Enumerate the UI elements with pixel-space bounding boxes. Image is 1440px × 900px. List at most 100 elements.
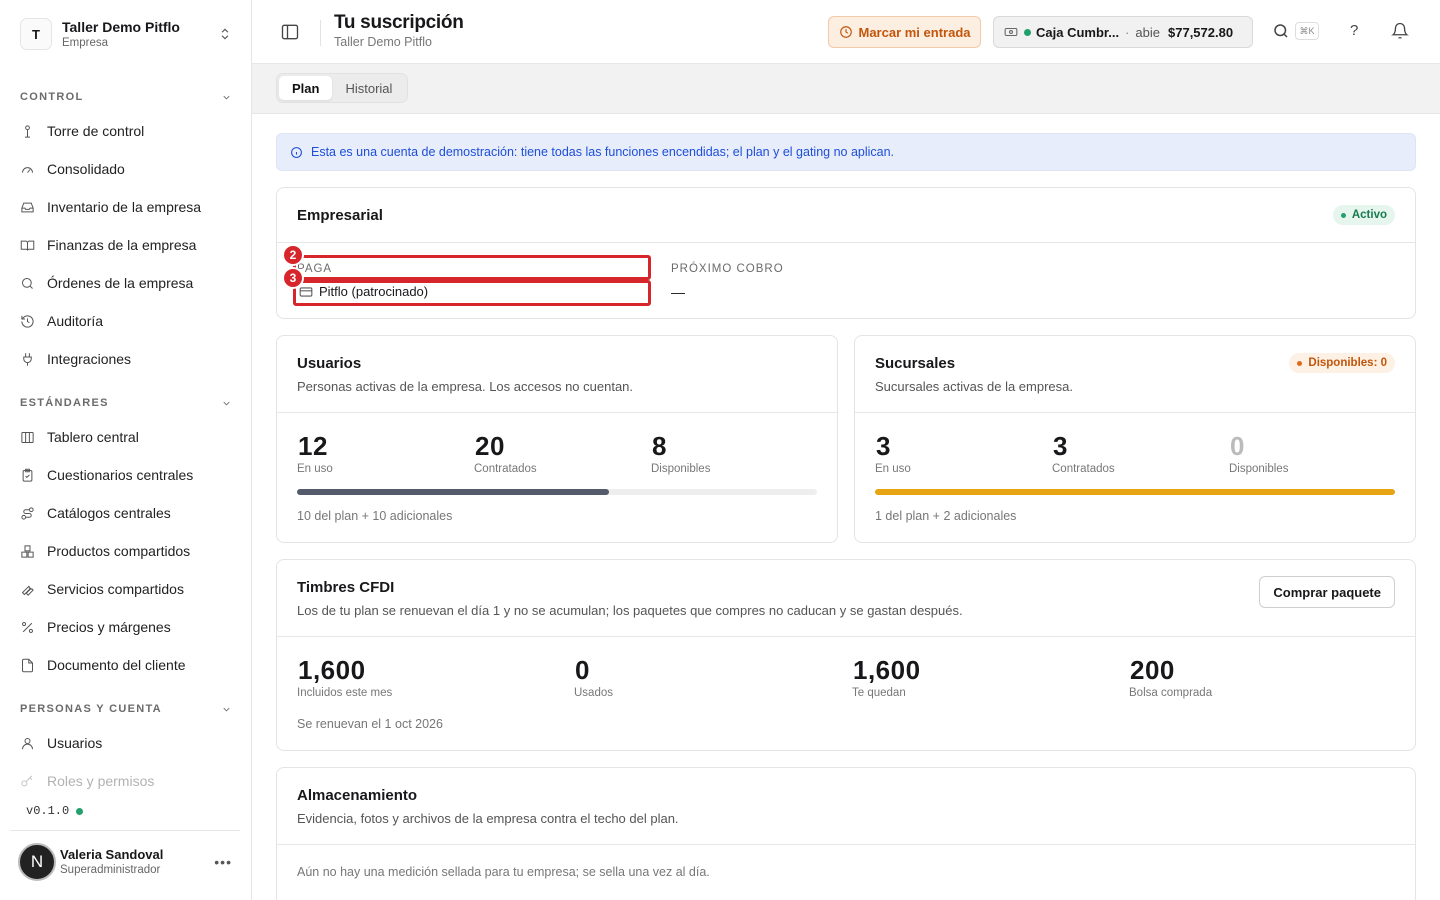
sidebar-item-torre-de-control[interactable]: Torre de control (20, 117, 232, 145)
status-dot (76, 807, 84, 815)
highlight-box-paga-value (293, 280, 651, 306)
cash-icon (1004, 27, 1018, 37)
sidebar-item-tablero-central[interactable]: Tablero central (20, 423, 232, 451)
section-estandares[interactable]: ESTÁNDARES (20, 397, 232, 409)
usuarios-disponibles: 8 (652, 431, 667, 461)
plan-name: Empresarial (297, 207, 383, 224)
divider (277, 844, 1415, 845)
sucursales-contratados: 3 (1053, 431, 1068, 461)
user-menu[interactable]: N Valeria Sandoval Superadministrador ••… (10, 830, 240, 892)
sidebar-item-ordenes[interactable]: Órdenes de la empresa (20, 269, 232, 297)
divider (277, 242, 1415, 243)
workspace-avatar: T (20, 18, 52, 50)
timbres-bolsa-label: Bolsa comprada (1129, 687, 1213, 699)
header-divider (320, 20, 321, 46)
boxes-icon (21, 544, 34, 558)
chevron-down-icon (223, 401, 230, 406)
sucursales-disponibles-label: Disponibles (1229, 463, 1289, 475)
timbres-usados: 0 (575, 655, 590, 685)
columns-icon (21, 431, 34, 443)
timbres-bolsa: 200 (1130, 655, 1175, 685)
sucursales-title: Sucursales (875, 355, 956, 372)
divider (277, 412, 837, 413)
sucursales-en-uso: 3 (876, 431, 891, 461)
sucursales-progress-fill (875, 489, 1395, 495)
shortcut-hint: ⌘K (1295, 22, 1319, 40)
clipboard-check-icon (22, 468, 33, 482)
chevron-up-down-icon (221, 28, 229, 40)
proximo-cobro-value: — (671, 284, 685, 300)
more-icon[interactable]: ••• (214, 854, 232, 870)
sidebar-item-auditoria[interactable]: Auditoría (20, 307, 232, 335)
workspace-name: Taller Demo Pitflo (62, 18, 180, 35)
tab-list: Plan Historial (276, 73, 409, 103)
status-badge: Activo (1332, 205, 1395, 225)
divider (855, 412, 1415, 413)
chevron-down-icon (223, 95, 230, 100)
comprar-paquete-button[interactable]: Comprar paquete (1259, 576, 1395, 608)
usuarios-progress-bar (297, 489, 817, 495)
tabs-bar: Plan Historial (252, 64, 1440, 114)
sidebar-item-catalogos[interactable]: Catálogos centrales (20, 499, 232, 527)
tab-historial[interactable]: Historial (332, 76, 405, 100)
tower-icon (25, 124, 30, 138)
timbres-quedan-label: Te quedan (852, 687, 906, 699)
timbres-title: Timbres CFDI (297, 579, 395, 596)
user-name: Valeria Sandoval (60, 846, 164, 862)
timbres-incluidos-label: Incluidos este mes (297, 687, 393, 699)
workspace-switcher[interactable]: T Taller Demo Pitflo Empresa (12, 12, 240, 56)
page-subtitle: Taller Demo Pitflo (334, 35, 432, 49)
sucursales-card: Sucursales Sucursales activas de la empr… (854, 335, 1416, 543)
version-indicator: v0.1.0 (26, 804, 84, 818)
disponibles-badge: Disponibles: 0 (1289, 353, 1395, 373)
marcar-entrada-button[interactable]: Marcar mi entrada (828, 16, 981, 48)
sidebar-item-roles[interactable]: Roles y permisos (20, 767, 232, 795)
sidebar-item-consolidado[interactable]: Consolidado (20, 155, 232, 183)
sucursales-contratados-label: Contratados (1052, 463, 1115, 475)
sidebar-item-integraciones[interactable]: Integraciones (20, 345, 232, 373)
timbres-note: Se renuevan el 1 oct 2026 (297, 717, 443, 731)
usuarios-progress-fill (297, 489, 609, 495)
gauge-icon (22, 166, 33, 173)
plan-card: Empresarial Activo PAGA Pitflo (patrocin… (276, 187, 1416, 319)
usuarios-desc: Personas activas de la empresa. Los acce… (297, 379, 634, 394)
usuarios-contratados-label: Contratados (474, 463, 537, 475)
help-button[interactable]: ? (1350, 22, 1358, 39)
almacenamiento-title: Almacenamiento (297, 787, 418, 804)
search-icon (22, 277, 33, 289)
proximo-cobro-label: PRÓXIMO COBRO (671, 263, 784, 275)
sidebar-item-finanzas[interactable]: Finanzas de la empresa (20, 231, 232, 259)
sidebar-item-inventario[interactable]: Inventario de la empresa (20, 193, 232, 221)
sucursales-disponibles: 0 (1230, 431, 1245, 461)
timbres-usados-label: Usados (574, 687, 613, 699)
caja-name: Caja Cumbr... (1036, 24, 1120, 40)
sidebar-item-cuestionarios[interactable]: Cuestionarios centrales (20, 461, 232, 489)
sidebar-item-documento[interactable]: Documento del cliente (20, 651, 232, 679)
section-personas[interactable]: PERSONAS Y CUENTA (20, 703, 232, 715)
search-icon[interactable] (1272, 22, 1290, 40)
sidebar-toggle-icon[interactable] (280, 22, 300, 42)
almacenamiento-card: Almacenamiento Evidencia, fotos y archiv… (276, 767, 1416, 900)
almacenamiento-note: Aún no hay una medición sellada para tu … (297, 865, 710, 879)
sidebar-item-precios[interactable]: Precios y márgenes (20, 613, 232, 641)
route-icon (21, 506, 34, 520)
tab-plan[interactable]: Plan (279, 76, 333, 100)
highlight-box-paga-label (293, 255, 651, 280)
caja-status: abie (1135, 24, 1160, 40)
bell-icon[interactable] (1391, 22, 1409, 40)
sidebar-item-servicios[interactable]: Servicios compartidos (20, 575, 232, 603)
main-content: Plan Historial Esta es una cuenta de dem… (252, 64, 1440, 900)
sidebar-item-productos[interactable]: Productos compartidos (20, 537, 232, 565)
caja-selector[interactable]: Caja Cumbr... · abie $77,572.80 (993, 16, 1253, 48)
timbres-incluidos: 1,600 (298, 655, 366, 685)
key-icon (21, 775, 33, 786)
section-control[interactable]: CONTROL (20, 91, 232, 103)
book-open-icon (20, 240, 35, 251)
sucursales-progress-bar (875, 489, 1395, 495)
sidebar-item-usuarios[interactable]: Usuarios (20, 729, 232, 757)
sidebar: T Taller Demo Pitflo Empresa CONTROL Tor… (0, 0, 252, 900)
usuarios-disponibles-label: Disponibles (651, 463, 711, 475)
timbres-card: Timbres CFDI Los de tu plan se renuevan … (276, 559, 1416, 751)
page-title: Tu suscripción (334, 12, 464, 33)
timbres-quedan: 1,600 (853, 655, 921, 685)
